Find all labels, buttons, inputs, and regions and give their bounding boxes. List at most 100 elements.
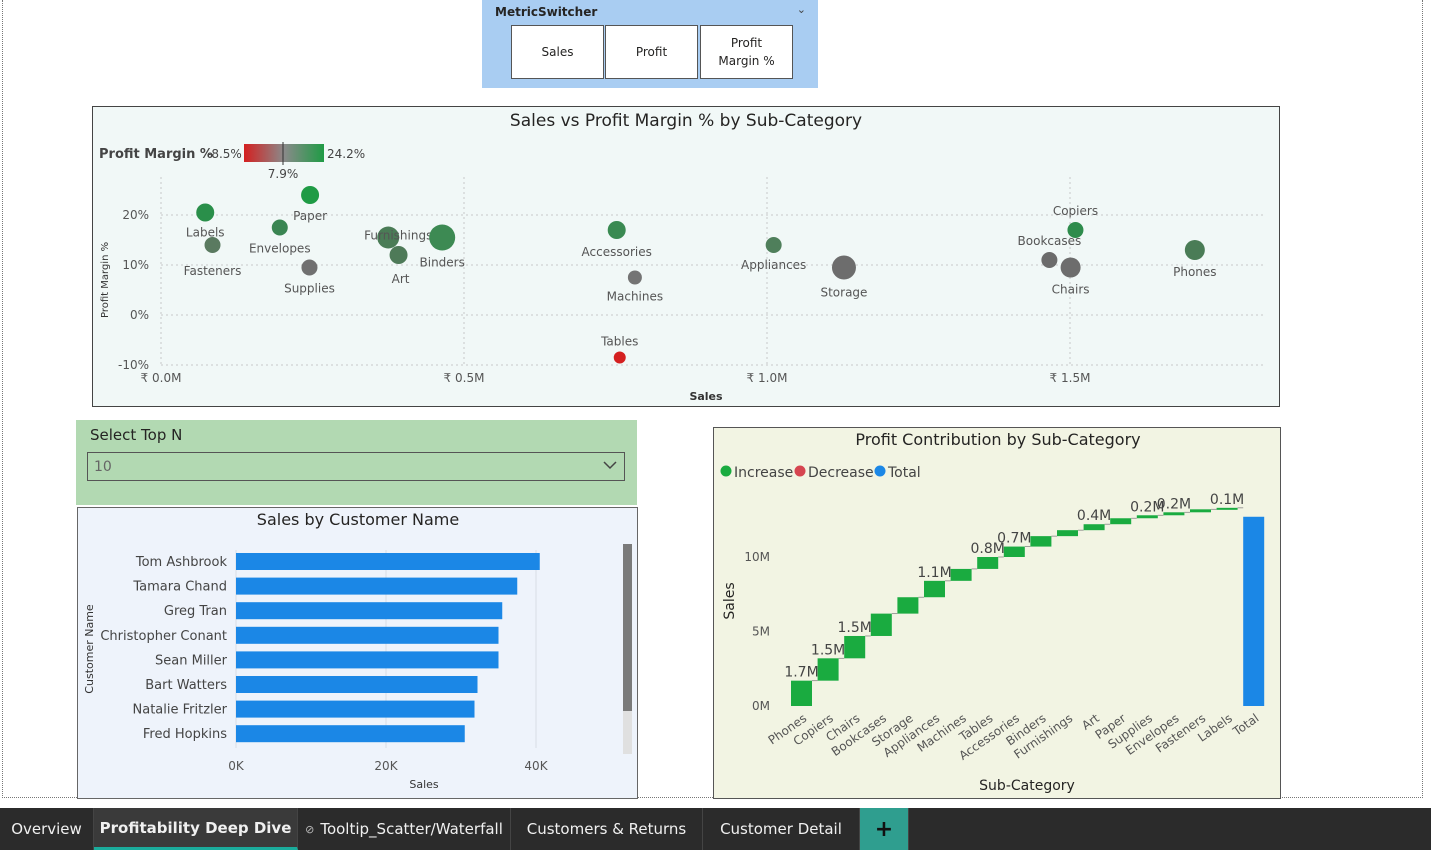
waterfall-bar[interactable]	[897, 597, 919, 614]
scatter-point-accessories[interactable]	[607, 221, 626, 239]
metric-profit-button[interactable]: Profit	[605, 25, 698, 79]
bar-x-tick: 0K	[228, 759, 245, 773]
scatter-point-phones[interactable]	[1184, 240, 1205, 260]
waterfall-data-label: 0.7M	[997, 531, 1031, 547]
waterfall-bar[interactable]	[977, 557, 999, 569]
scatter-point-label: Appliances	[741, 258, 806, 272]
legend-mid: 7.9%	[268, 167, 299, 181]
sales-by-customer-chart: Sales by Customer Name 0K 20K 40K Tom Ashb…	[77, 507, 638, 799]
customer-label: Natalie Fritzler	[133, 703, 228, 718]
scatter-point-label: Paper	[293, 209, 327, 223]
waterfall-y-tick: 0M	[752, 699, 770, 713]
tab-profitability-deep-dive[interactable]: Profitability Deep Dive	[94, 808, 298, 850]
bar-x-tick: 20K	[374, 759, 398, 773]
waterfall-bar[interactable]	[870, 613, 892, 636]
scatter-point-appliances[interactable]	[765, 237, 782, 253]
waterfall-bar[interactable]	[1216, 507, 1238, 510]
waterfall-bar[interactable]	[817, 658, 839, 681]
scatter-point-tables[interactable]	[613, 351, 626, 364]
scatter-title: Sales vs Profit Margin % by Sub-Category	[510, 111, 862, 131]
tab-overview[interactable]: Overview	[0, 808, 94, 850]
top-n-dropdown[interactable]: 10	[87, 452, 625, 481]
customer-bar[interactable]	[236, 626, 499, 644]
scatter-point-storage[interactable]	[831, 255, 856, 280]
bar-y-label: Customer Name	[83, 604, 96, 694]
scatter-point-label: Bookcases	[1018, 234, 1082, 248]
scatter-point-label: Art	[392, 272, 410, 286]
customer-bar[interactable]	[236, 602, 503, 620]
scatter-point-supplies[interactable]	[301, 259, 318, 276]
scatter-point-fasteners[interactable]	[204, 237, 221, 253]
bar-chart-svg: Sales by Customer Name 0K 20K 40K Tom Ashb…	[83, 510, 632, 791]
customer-label: Greg Tran	[164, 604, 227, 619]
scatter-point-machines[interactable]	[627, 270, 642, 285]
tab-customers-returns[interactable]: Customers & Returns	[511, 808, 703, 850]
waterfall-bar[interactable]	[1110, 518, 1132, 525]
legend-min: -8.5%	[207, 147, 242, 161]
waterfall-data-label: 0.1M	[1210, 492, 1244, 508]
scatter-point-label: Supplies	[284, 282, 335, 296]
tab-customer-detail[interactable]: Customer Detail	[703, 808, 860, 850]
waterfall-bar[interactable]	[1190, 509, 1211, 513]
scatter-point-envelopes[interactable]	[271, 219, 288, 236]
waterfall-bar[interactable]	[924, 580, 945, 598]
scatter-point-label: Labels	[186, 226, 225, 240]
scatter-point-label: Phones	[1173, 265, 1216, 279]
tab-label: Customers & Returns	[526, 820, 687, 838]
top-n-label: Select Top N	[90, 426, 183, 444]
scatter-point-label: Machines	[607, 290, 663, 304]
waterfall-y-label: Sales	[722, 582, 738, 619]
scatter-x-label: Sales	[689, 390, 723, 403]
scatter-point-label: Furnishings	[364, 229, 432, 243]
chevron-down-icon[interactable]: ⌄	[797, 3, 806, 16]
tab-label: Profitability Deep Dive	[99, 818, 292, 837]
waterfall-data-label: 1.7M	[784, 665, 818, 681]
waterfall-y-tick: 5M	[752, 625, 770, 639]
scatter-point-label: Storage	[820, 286, 867, 300]
customer-bar[interactable]	[236, 725, 465, 743]
waterfall-x-tick: Total	[1230, 711, 1262, 739]
scatter-point-art[interactable]	[389, 246, 408, 264]
add-page-button[interactable]: +	[860, 808, 909, 850]
waterfall-bar[interactable]	[1083, 524, 1105, 531]
waterfall-bar[interactable]	[1136, 515, 1158, 519]
customer-bar[interactable]	[236, 577, 518, 595]
waterfall-bar[interactable]	[1003, 546, 1025, 557]
metric-profit-margin-button[interactable]: Profit Margin %	[700, 25, 793, 79]
scatter-point-bookcases[interactable]	[1041, 252, 1058, 268]
scatter-point-labels[interactable]	[196, 203, 215, 222]
waterfall-x-label: Sub-Category	[979, 778, 1075, 794]
legend-dot-increase	[720, 465, 732, 477]
scatter-point-paper[interactable]	[301, 186, 320, 204]
waterfall-bar[interactable]	[1030, 536, 1052, 547]
scatter-point-chairs[interactable]	[1060, 257, 1081, 278]
bar-title: Sales by Customer Name	[257, 510, 459, 529]
customer-label: Tamara Chand	[132, 580, 227, 595]
customer-bar[interactable]	[236, 651, 499, 669]
legend-max: 24.2%	[327, 147, 365, 161]
customer-bar[interactable]	[236, 676, 478, 693]
scatter-chart: Sales vs Profit Margin % by Sub-Category…	[92, 106, 1280, 407]
customer-bar[interactable]	[236, 553, 540, 570]
scatter-point-binders[interactable]	[429, 224, 456, 251]
tab-tooltip-scatter-waterfall[interactable]: ⊘ Tooltip_Scatter/Waterfall	[298, 808, 511, 850]
scatter-point-label: Fasteners	[184, 264, 242, 278]
scatter-point-label: Binders	[420, 256, 465, 270]
waterfall-bar[interactable]	[1243, 516, 1265, 706]
scatter-x-tick: ₹ 1.5M	[1050, 371, 1091, 385]
bar-x-tick: 40K	[524, 759, 548, 773]
legend-label: Increase	[734, 465, 793, 481]
scatter-point-label: Chairs	[1052, 283, 1090, 297]
waterfall-data-label: 0.4M	[1077, 508, 1111, 524]
scatter-y-label: Profit Margin %	[100, 242, 111, 318]
waterfall-bar[interactable]	[1163, 512, 1185, 516]
waterfall-bar[interactable]	[791, 680, 812, 706]
plus-icon: +	[874, 816, 894, 842]
customer-bar[interactable]	[236, 700, 475, 718]
metric-sales-button[interactable]: Sales	[511, 25, 604, 79]
top-n-value: 10	[94, 459, 112, 475]
scrollbar-thumb[interactable]	[623, 544, 632, 711]
waterfall-bar[interactable]	[950, 568, 972, 581]
waterfall-bar[interactable]	[1057, 530, 1078, 537]
waterfall-bar[interactable]	[844, 635, 866, 659]
